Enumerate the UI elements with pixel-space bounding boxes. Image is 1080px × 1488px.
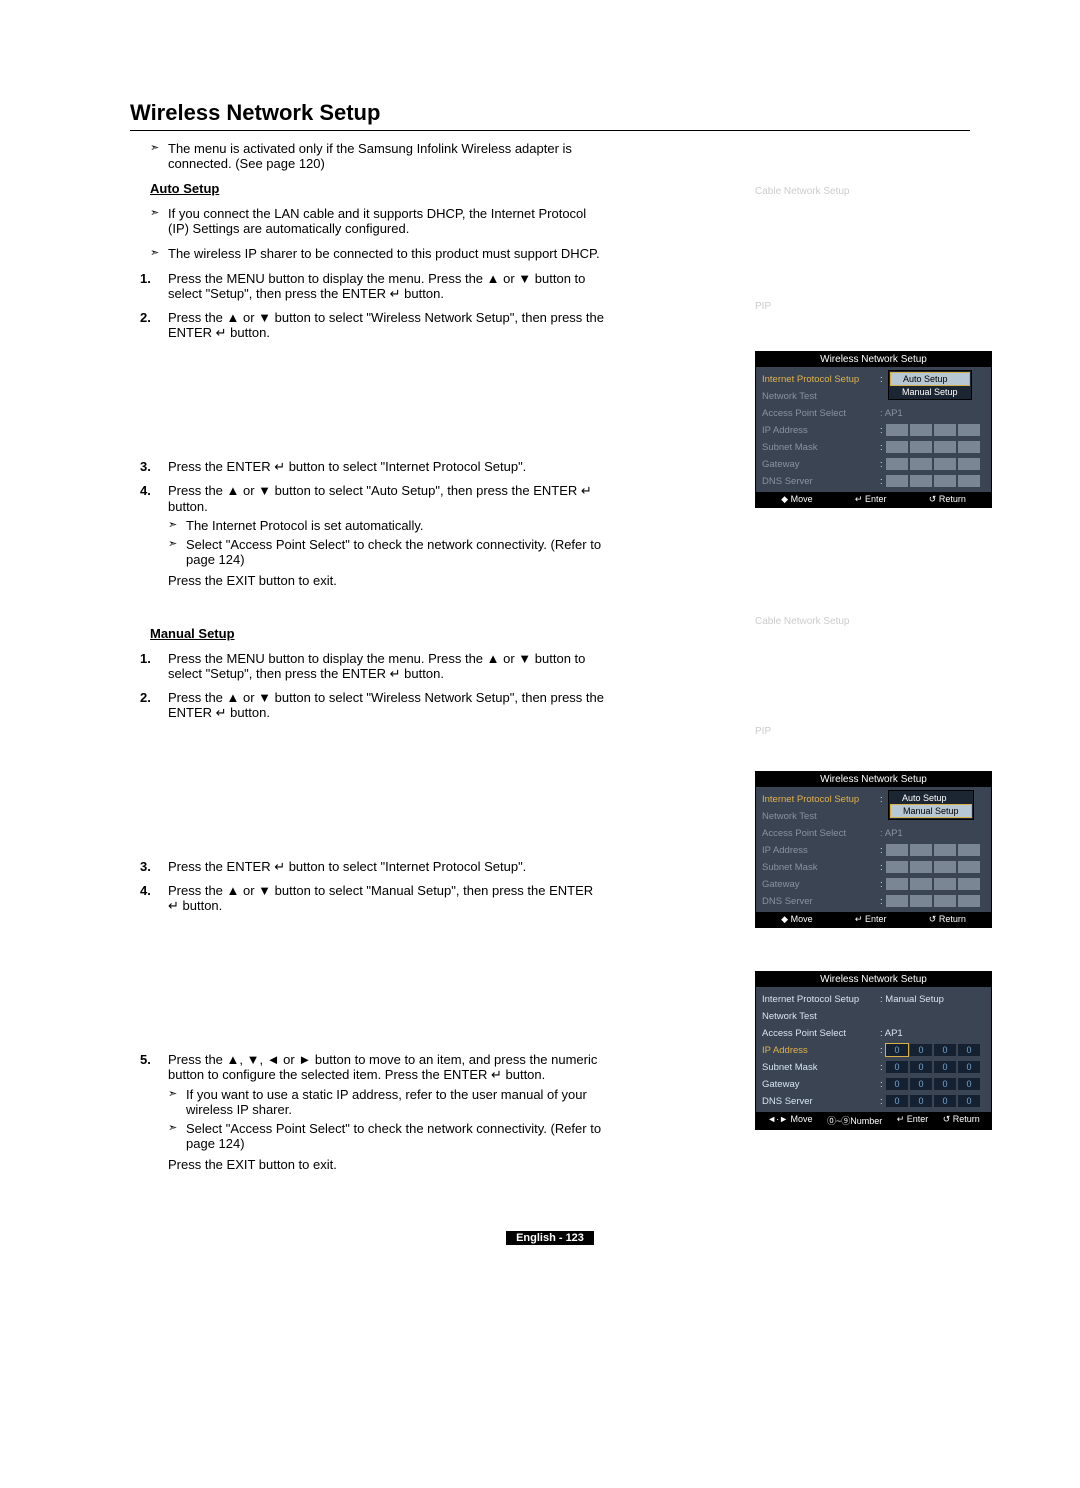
ghost-menu-1: Cable Network Setup [755,186,990,199]
manual-setup-heading: Manual Setup [150,626,605,641]
auto-note-1: If you connect the LAN cable and it supp… [150,206,605,236]
auto-steps: 1.Press the MENU button to display the m… [140,271,605,341]
osd-manual-select: Wireless Network Setup Internet Protocol… [755,771,990,928]
ghost-pip-1: PIP [755,301,990,314]
intro-note: The menu is activated only if the Samsun… [150,141,605,171]
page-title: Wireless Network Setup [130,100,970,131]
manual-steps-cont: 3.Press the ENTER ↵ button to select "In… [140,859,605,914]
dropdown-auto: Auto Setup Manual Setup [888,370,972,400]
auto-steps-cont: 3.Press the ENTER ↵ button to select "In… [140,459,605,588]
manual-steps: 1.Press the MENU button to display the m… [140,651,605,721]
ghost-menu-2: Cable Network Setup [755,616,990,629]
osd-manual-values: Wireless Network Setup Internet Protocol… [755,971,990,1130]
auto-note-2: The wireless IP sharer to be connected t… [150,246,605,261]
manual-steps-cont2: 5.Press the ▲, ▼, ◄ or ► button to move … [140,1052,605,1172]
ghost-pip-2: PIP [755,726,990,739]
auto-setup-heading: Auto Setup [150,181,605,196]
dropdown-manual: Auto Setup Manual Setup [888,790,974,820]
page-number: English - 123 [130,1232,970,1244]
osd-auto: Wireless Network Setup Internet Protocol… [755,351,990,508]
